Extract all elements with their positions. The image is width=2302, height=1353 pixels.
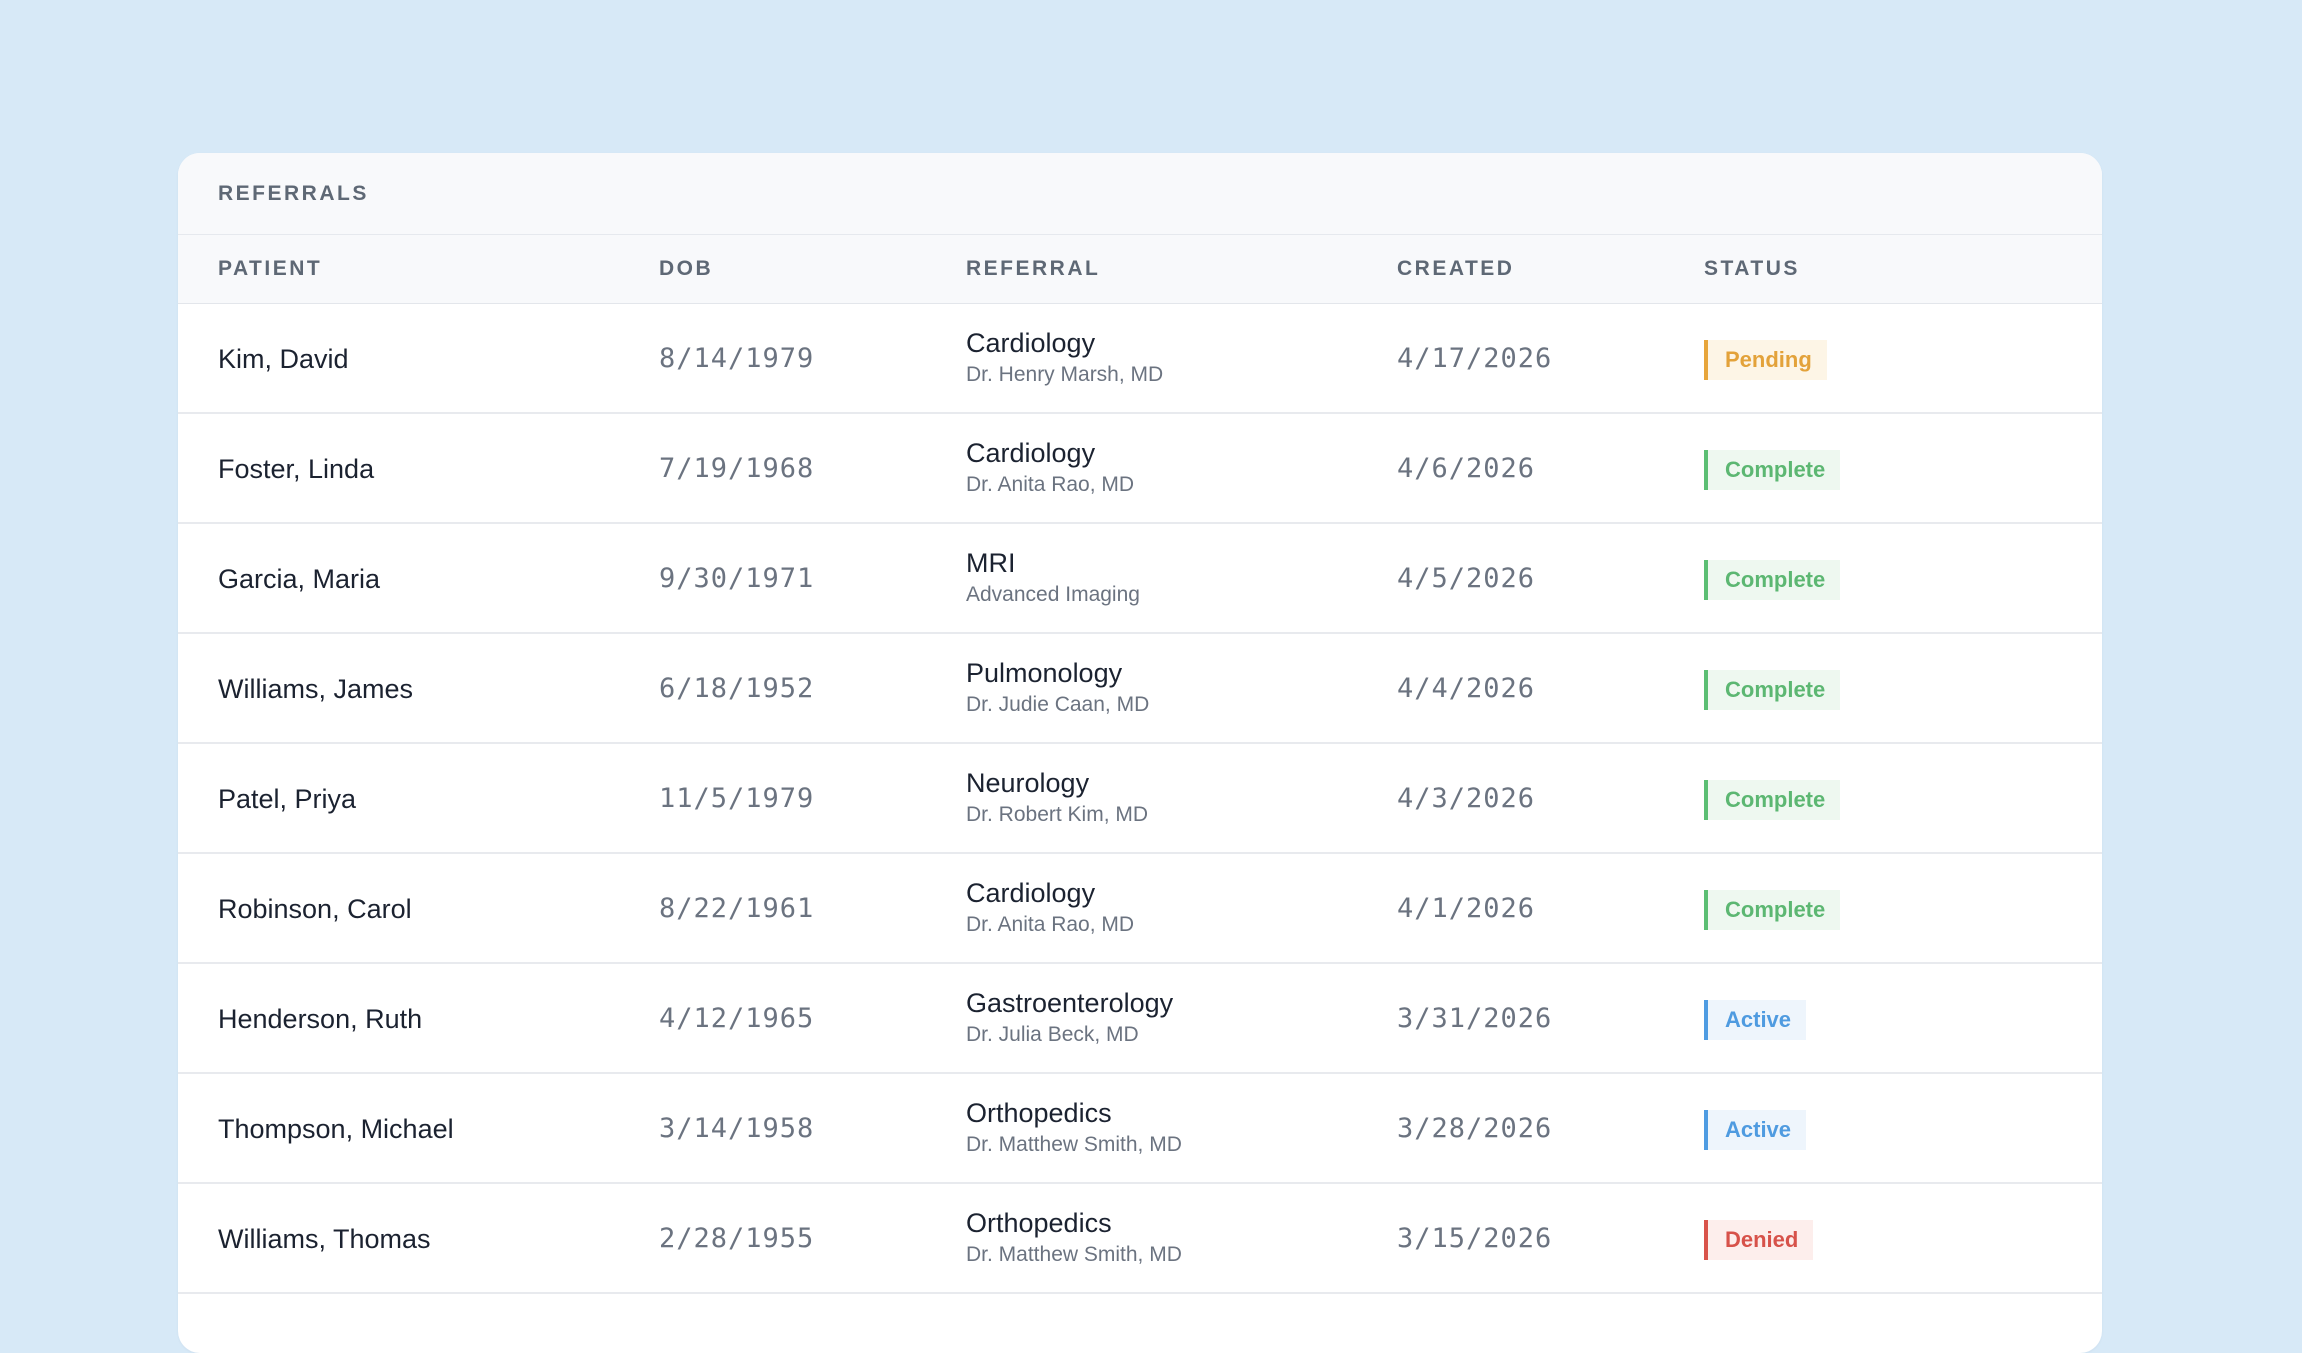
- referral-cell: Orthopedics Dr. Matthew Smith, MD: [966, 1206, 1182, 1270]
- patient-dob: 8/22/1961: [659, 893, 815, 924]
- referral-type: Orthopedics: [966, 1098, 1112, 1128]
- referral-cell: Neurology Dr. Robert Kim, MD: [966, 766, 1148, 830]
- status-badge: Complete: [1704, 670, 1841, 710]
- patient-name: Patel, Priya: [218, 784, 357, 814]
- column-header-created[interactable]: CREATED: [1397, 235, 1514, 303]
- card-title: REFERRALS: [218, 181, 369, 205]
- referral-provider: Dr. Anita Rao, MD: [966, 913, 1135, 936]
- referral-provider: Advanced Imaging: [966, 583, 1140, 606]
- column-header-dob[interactable]: DOB: [659, 235, 713, 303]
- referral-provider: Dr. Julia Beck, MD: [966, 1023, 1139, 1046]
- patient-dob: 8/14/1979: [659, 343, 815, 374]
- patient-dob: 7/19/1968: [659, 453, 815, 484]
- status-badge: Active: [1704, 1110, 1807, 1150]
- column-header-status[interactable]: STATUS: [1704, 235, 1800, 303]
- referral-type: Gastroenterology: [966, 988, 1174, 1018]
- referral-cell: Cardiology Dr. Anita Rao, MD: [966, 876, 1134, 940]
- referral-provider: Dr. Matthew Smith, MD: [966, 1243, 1182, 1266]
- referral-provider: Dr. Judie Caan, MD: [966, 693, 1150, 716]
- referral-type: Pulmonology: [966, 658, 1123, 688]
- referral-cell: MRI Advanced Imaging: [966, 546, 1140, 610]
- referral-provider: Dr. Robert Kim, MD: [966, 803, 1149, 826]
- patient-dob: 3/14/1958: [659, 1113, 815, 1144]
- status-badge: Pending: [1704, 340, 1827, 380]
- table-row[interactable]: Garcia, Maria 9/30/1971 MRI Advanced Ima…: [178, 524, 2102, 634]
- created-date: 4/1/2026: [1397, 893, 1536, 924]
- patient-name: Thompson, Michael: [218, 1114, 454, 1144]
- referral-cell: Gastroenterology Dr. Julia Beck, MD: [966, 986, 1173, 1050]
- created-date: 3/28/2026: [1397, 1113, 1553, 1144]
- column-header-patient[interactable]: PATIENT: [218, 235, 322, 303]
- patient-dob: 11/5/1979: [659, 783, 815, 814]
- card-header: REFERRALS: [178, 153, 2102, 235]
- table-body: Kim, David 8/14/1979 Cardiology Dr. Henr…: [178, 304, 2102, 1294]
- table-row[interactable]: Williams, James 6/18/1952 Pulmonology Dr…: [178, 634, 2102, 744]
- created-date: 3/31/2026: [1397, 1003, 1553, 1034]
- patient-dob: 6/18/1952: [659, 673, 815, 704]
- referral-cell: Orthopedics Dr. Matthew Smith, MD: [966, 1096, 1182, 1160]
- status-badge: Complete: [1704, 450, 1841, 490]
- patient-name: Williams, Thomas: [218, 1224, 431, 1254]
- created-date: 4/4/2026: [1397, 673, 1536, 704]
- patient-name: Kim, David: [218, 344, 349, 374]
- referral-provider: Dr. Anita Rao, MD: [966, 473, 1135, 496]
- table-header: PATIENT DOB REFERRAL CREATED STATUS: [178, 235, 2102, 304]
- column-header-referral[interactable]: REFERRAL: [966, 235, 1100, 303]
- referral-provider: Dr. Matthew Smith, MD: [966, 1133, 1182, 1156]
- referral-type: Cardiology: [966, 328, 1096, 358]
- referrals-card: REFERRALS PATIENT DOB REFERRAL CREATED S…: [178, 153, 2102, 1353]
- status-badge: Complete: [1704, 560, 1841, 600]
- referral-type: Orthopedics: [966, 1208, 1112, 1238]
- patient-name: Robinson, Carol: [218, 894, 412, 924]
- table-row[interactable]: Henderson, Ruth 4/12/1965 Gastroenterolo…: [178, 964, 2102, 1074]
- patient-name: Foster, Linda: [218, 454, 375, 484]
- patient-name: Williams, James: [218, 674, 414, 704]
- table-row[interactable]: Williams, Thomas 2/28/1955 Orthopedics D…: [178, 1184, 2102, 1294]
- status-badge: Denied: [1704, 1220, 1814, 1260]
- referral-cell: Pulmonology Dr. Judie Caan, MD: [966, 656, 1149, 720]
- page-background: { "card": { "title": "REFERRALS" }, "col…: [0, 0, 2302, 1353]
- referral-type: Neurology: [966, 768, 1090, 798]
- patient-dob: 9/30/1971: [659, 563, 815, 594]
- patient-name: Henderson, Ruth: [218, 1004, 423, 1034]
- table-row[interactable]: Thompson, Michael 3/14/1958 Orthopedics …: [178, 1074, 2102, 1184]
- status-badge: Active: [1704, 1000, 1807, 1040]
- table-row[interactable]: Patel, Priya 11/5/1979 Neurology Dr. Rob…: [178, 744, 2102, 854]
- status-badge: Complete: [1704, 890, 1841, 930]
- table-row[interactable]: Robinson, Carol 8/22/1961 Cardiology Dr.…: [178, 854, 2102, 964]
- patient-dob: 4/12/1965: [659, 1003, 815, 1034]
- table-row[interactable]: Foster, Linda 7/19/1968 Cardiology Dr. A…: [178, 414, 2102, 524]
- patient-dob: 2/28/1955: [659, 1223, 815, 1254]
- referral-type: Cardiology: [966, 878, 1096, 908]
- referral-provider: Dr. Henry Marsh, MD: [966, 363, 1164, 386]
- table-row[interactable]: Kim, David 8/14/1979 Cardiology Dr. Henr…: [178, 304, 2102, 414]
- created-date: 4/17/2026: [1397, 343, 1553, 374]
- created-date: 4/3/2026: [1397, 783, 1536, 814]
- patient-name: Garcia, Maria: [218, 564, 381, 594]
- referral-type: MRI: [966, 548, 1016, 578]
- status-badge: Complete: [1704, 780, 1841, 820]
- referral-type: Cardiology: [966, 438, 1096, 468]
- created-date: 4/5/2026: [1397, 563, 1536, 594]
- referral-cell: Cardiology Dr. Henry Marsh, MD: [966, 326, 1163, 390]
- created-date: 3/15/2026: [1397, 1223, 1553, 1254]
- created-date: 4/6/2026: [1397, 453, 1536, 484]
- referral-cell: Cardiology Dr. Anita Rao, MD: [966, 436, 1134, 500]
